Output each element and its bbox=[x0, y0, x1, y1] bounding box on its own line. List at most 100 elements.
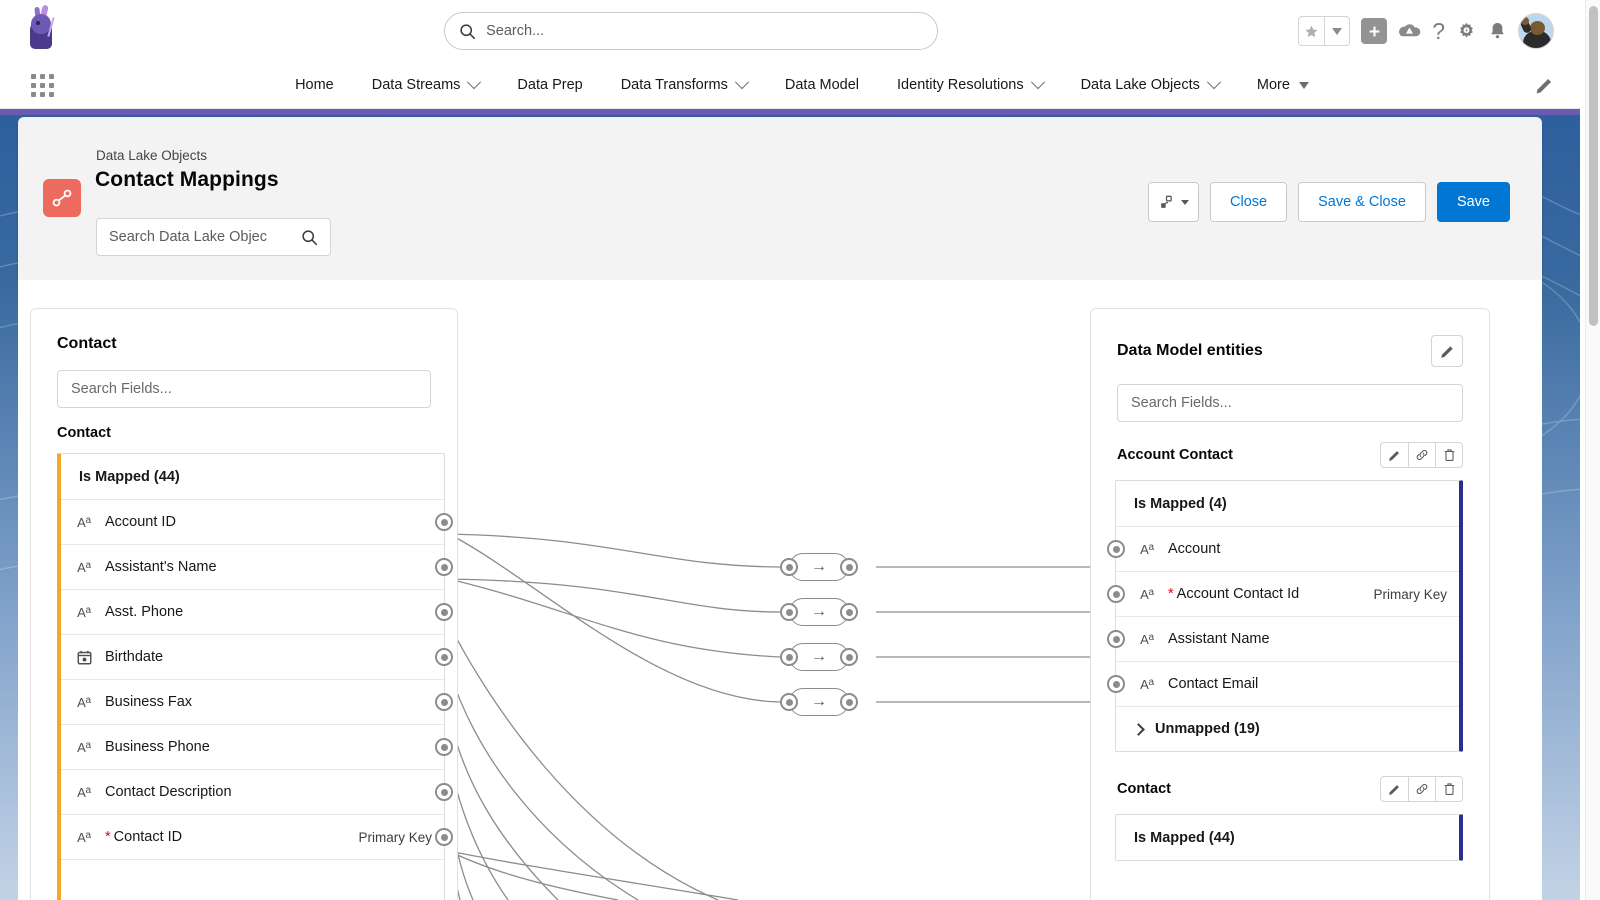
nav-item-data-model[interactable]: Data Model bbox=[766, 62, 878, 108]
target-field-row[interactable]: Aa Assistant Name bbox=[1116, 616, 1459, 661]
source-field-row[interactable]: Aa * Contact ID Primary Key bbox=[61, 814, 444, 859]
mapping-node-output-port[interactable] bbox=[840, 603, 858, 621]
pencil-icon[interactable] bbox=[1381, 777, 1408, 801]
nav-item-data-lake-objects[interactable]: Data Lake Objects bbox=[1062, 62, 1238, 108]
field-connector-port[interactable] bbox=[435, 738, 453, 756]
nav-item-more[interactable]: More bbox=[1238, 62, 1328, 108]
notifications-bell-icon[interactable] bbox=[1488, 21, 1507, 42]
mapping-node-input-port[interactable] bbox=[780, 603, 798, 621]
mapping-node-input-port[interactable] bbox=[780, 648, 798, 666]
mapping-node-output-port[interactable] bbox=[840, 558, 858, 576]
source-field-row[interactable]: Aa Account ID bbox=[61, 499, 444, 544]
chevron-down-icon bbox=[467, 75, 481, 89]
text-field-icon: Aa bbox=[73, 560, 95, 575]
target-field-row[interactable]: Aa Contact Email bbox=[1116, 661, 1459, 706]
source-panel-title: Contact bbox=[57, 335, 431, 353]
close-button[interactable]: Close bbox=[1210, 182, 1287, 222]
cloud-icon[interactable] bbox=[1398, 21, 1421, 41]
source-fields-panel: Contact Search Fields... Contact Is Mapp… bbox=[30, 308, 458, 900]
favorites-group[interactable] bbox=[1298, 16, 1350, 46]
text-field-icon: Aa bbox=[73, 605, 95, 620]
page-scrollbar[interactable] bbox=[1585, 0, 1600, 900]
mapping-node[interactable]: → bbox=[780, 688, 858, 716]
save-button[interactable]: Save bbox=[1437, 182, 1510, 222]
chevron-down-icon bbox=[1299, 82, 1309, 89]
mapping-node-input-port[interactable] bbox=[780, 558, 798, 576]
user-avatar[interactable] bbox=[1518, 13, 1554, 49]
nav-item-data-transforms[interactable]: Data Transforms bbox=[602, 62, 766, 108]
mapping-node-input-port[interactable] bbox=[780, 693, 798, 711]
mapping-node-output-port[interactable] bbox=[840, 648, 858, 666]
pencil-icon[interactable] bbox=[1381, 443, 1408, 467]
field-connector-port[interactable] bbox=[435, 513, 453, 531]
save-and-close-button[interactable]: Save & Close bbox=[1298, 182, 1426, 222]
pencil-icon[interactable] bbox=[1535, 76, 1554, 100]
chevron-down-icon bbox=[1031, 75, 1045, 89]
field-connector-port[interactable] bbox=[1107, 630, 1125, 648]
target-field-row[interactable]: Aa Account bbox=[1116, 526, 1459, 571]
data-lake-object-search-input[interactable]: Search Data Lake Objec bbox=[96, 218, 331, 256]
view-switcher-button[interactable] bbox=[1148, 182, 1199, 222]
source-field-row[interactable]: Aa Contact Description bbox=[61, 769, 444, 814]
trash-icon[interactable] bbox=[1435, 443, 1462, 467]
target-group-header[interactable]: Is Mapped (44) bbox=[1116, 815, 1459, 860]
unmapped-label: Unmapped (19) bbox=[1155, 721, 1260, 737]
entity-actions-contact bbox=[1380, 776, 1463, 802]
field-connector-port[interactable] bbox=[435, 828, 453, 846]
edit-entities-button[interactable] bbox=[1431, 335, 1463, 367]
field-connector-port[interactable] bbox=[1107, 540, 1125, 558]
source-field-row-partial[interactable] bbox=[61, 859, 444, 900]
astro-mascot-logo bbox=[22, 9, 62, 53]
target-group-header[interactable]: Is Mapped (4) bbox=[1116, 481, 1459, 526]
scrollbar-thumb[interactable] bbox=[1589, 6, 1598, 326]
field-connector-port[interactable] bbox=[435, 648, 453, 666]
global-search-placeholder: Search... bbox=[486, 23, 544, 39]
account-contact-mapped-group: Is Mapped (4) Aa Account Aa * Account Co… bbox=[1115, 480, 1463, 752]
nav-label: Data Prep bbox=[517, 77, 582, 93]
source-field-row[interactable]: Aa Asst. Phone bbox=[61, 589, 444, 634]
field-connector-port[interactable] bbox=[435, 693, 453, 711]
app-launcher-waffle[interactable] bbox=[0, 74, 84, 97]
entity-actions-account-contact bbox=[1380, 442, 1463, 468]
chevron-down-icon[interactable] bbox=[1324, 17, 1349, 45]
target-field-row[interactable]: Aa * Account Contact Id Primary Key bbox=[1116, 571, 1459, 616]
add-icon[interactable] bbox=[1361, 18, 1387, 44]
link-icon[interactable] bbox=[1408, 777, 1435, 801]
app-logo[interactable] bbox=[0, 9, 84, 53]
target-search-input[interactable]: Search Fields... bbox=[1117, 384, 1463, 422]
global-search-input[interactable]: Search... bbox=[444, 12, 938, 50]
field-connector-port[interactable] bbox=[1107, 585, 1125, 603]
field-name: Account ID bbox=[105, 514, 176, 530]
field-connector-port[interactable] bbox=[1107, 675, 1125, 693]
field-connector-port[interactable] bbox=[435, 783, 453, 801]
trash-icon[interactable] bbox=[1435, 777, 1462, 801]
text-field-icon: Aa bbox=[73, 830, 95, 845]
source-field-row[interactable]: Birthdate bbox=[61, 634, 444, 679]
help-icon[interactable]: ? bbox=[1432, 18, 1445, 45]
field-connector-port[interactable] bbox=[435, 603, 453, 621]
nav-item-data-streams[interactable]: Data Streams bbox=[353, 62, 499, 108]
mapping-node-output-port[interactable] bbox=[840, 693, 858, 711]
source-field-row[interactable]: Aa Business Fax bbox=[61, 679, 444, 724]
mapping-node[interactable]: → bbox=[780, 598, 858, 626]
star-icon[interactable] bbox=[1299, 17, 1324, 45]
account-contact-unmapped-group[interactable]: Unmapped (19) bbox=[1116, 706, 1459, 751]
link-icon[interactable] bbox=[1408, 443, 1435, 467]
source-search-placeholder: Search Fields... bbox=[71, 381, 172, 397]
source-group-header[interactable]: Is Mapped (44) bbox=[61, 454, 444, 499]
field-connector-port[interactable] bbox=[435, 558, 453, 576]
nav-item-data-prep[interactable]: Data Prep bbox=[498, 62, 601, 108]
nav-item-identity-resolutions[interactable]: Identity Resolutions bbox=[878, 62, 1062, 108]
entity-name-contact: Contact bbox=[1117, 781, 1171, 797]
mapping-node[interactable]: → bbox=[780, 553, 858, 581]
breadcrumb[interactable]: Data Lake Objects bbox=[96, 148, 207, 163]
source-field-row[interactable]: Aa Assistant's Name bbox=[61, 544, 444, 589]
nav-item-home[interactable]: Home bbox=[276, 62, 353, 108]
field-name: Contact Description bbox=[105, 784, 232, 800]
source-search-input[interactable]: Search Fields... bbox=[57, 370, 431, 408]
data-model-entities-panel: Data Model entities Search Fields... Acc… bbox=[1090, 308, 1490, 900]
source-field-row[interactable]: Aa Business Phone bbox=[61, 724, 444, 769]
mapping-node[interactable]: → bbox=[780, 643, 858, 671]
setup-gear-icon[interactable] bbox=[1456, 21, 1477, 42]
text-field-icon: Aa bbox=[1136, 587, 1158, 602]
